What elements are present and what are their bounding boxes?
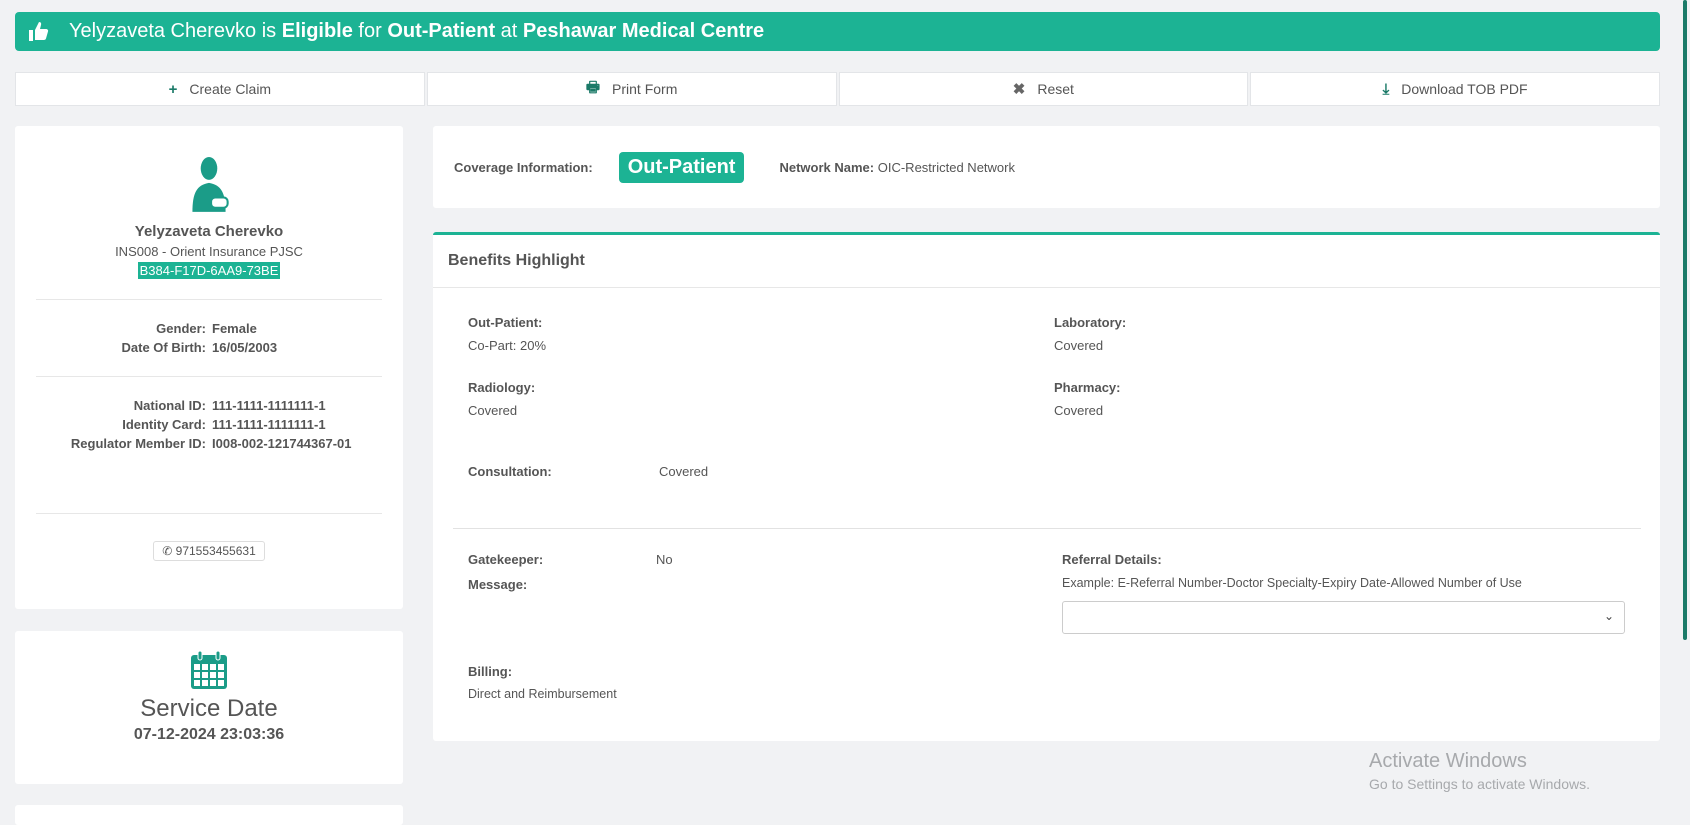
scrollbar[interactable] <box>1683 0 1690 812</box>
button-label: Download TOB PDF <box>1401 81 1528 97</box>
download-tob-pdf-button[interactable]: ⤓ Download TOB PDF <box>1250 72 1660 106</box>
button-label: Print Form <box>612 81 678 97</box>
patient-icon <box>192 157 229 212</box>
regulator-id-value: I008-002-121744367-01 <box>212 436 352 451</box>
phone-badge: ✆ 971553455631 <box>153 541 265 561</box>
coverage-type-badge: Out-Patient <box>618 151 745 183</box>
close-icon: ✖ <box>1012 81 1026 98</box>
gatekeeper-label: Gatekeeper: <box>468 552 544 567</box>
outpatient-value: Co-Part: 20% <box>468 338 547 353</box>
divider <box>36 513 382 514</box>
laboratory-value: Covered <box>1054 338 1104 353</box>
calendar-icon <box>191 650 227 689</box>
identity-card-label: Identity Card: <box>122 417 206 432</box>
divider <box>36 299 382 300</box>
banner-coverage: Out-Patient <box>387 20 496 42</box>
eligibility-status: Eligible <box>281 20 353 42</box>
message-label: Message: <box>468 577 528 592</box>
eligibility-banner: Yelyzaveta Cherevko is Eligible for Out-… <box>15 12 1660 51</box>
chevron-down-icon: ⌄ <box>1603 609 1614 623</box>
banner-text: for <box>358 20 382 42</box>
gender-value: Female <box>212 321 257 336</box>
insurer: INS008 - Orient Insurance PJSC <box>115 244 303 259</box>
identity-card-value: 111-1111-1111111-1 <box>212 417 326 432</box>
benefits-card: Benefits Highlight Out-Patient: Co-Part: … <box>433 232 1660 741</box>
billing-value: Direct and Reimbursement <box>468 687 617 701</box>
regulator-id-label: Regulator Member ID: <box>70 436 206 451</box>
radiology-label: Radiology: <box>468 380 536 395</box>
windows-watermark: Activate Windows Go to Settings to activa… <box>1369 750 1590 792</box>
coverage-card: Coverage Information: Out-Patient Networ… <box>433 126 1660 208</box>
service-date-value: 07-12-2024 23:03:36 <box>133 726 285 743</box>
phone-number: 971553455631 <box>175 544 256 558</box>
service-date-card: Service Date 07-12-2024 23:03:36 <box>15 631 403 784</box>
national-id-value: 111-1111-1111111-1 <box>212 398 326 413</box>
consultation-label: Consultation: <box>468 464 552 479</box>
consultation-value: Covered <box>659 464 709 479</box>
network-label: Network Name: <box>779 159 875 175</box>
gatekeeper-value: No <box>656 552 673 567</box>
button-label: Create Claim <box>189 81 272 97</box>
network-value: OIC-Restricted Network <box>877 159 1015 175</box>
banner-provider: Peshawar Medical Centre <box>522 20 765 42</box>
pharmacy-value: Covered <box>1054 403 1104 418</box>
watermark-title: Activate Windows <box>1369 750 1527 772</box>
referral-label: Referral Details: <box>1062 552 1162 567</box>
phone-icon: ✆ <box>162 544 173 558</box>
gender-label: Gender: <box>156 321 206 336</box>
print-form-button[interactable]: 🖶 Print Form <box>426 72 837 106</box>
action-toolbar: + Create Claim 🖶 Print Form ✖ Reset ⤓ Downlo… <box>15 72 1660 106</box>
benefits-title: Benefits Highlight <box>433 235 1660 288</box>
dob-value: 16/05/2003 <box>212 340 278 355</box>
billing-label: Billing: <box>468 664 513 679</box>
banner-text: is <box>261 20 277 42</box>
create-claim-button[interactable]: + Create Claim <box>15 72 425 106</box>
pharmacy-label: Pharmacy: <box>1054 380 1121 395</box>
referral-example: Example: E-Referral Number-Doctor Specia… <box>1062 576 1522 590</box>
outpatient-label: Out-Patient: <box>468 315 543 330</box>
member-uid[interactable]: B384-F17D-6AA9-73BE <box>137 262 281 279</box>
radiology-value: Covered <box>468 403 518 418</box>
dob-label: Date Of Birth: <box>121 340 207 355</box>
next-card <box>15 805 403 825</box>
reset-button[interactable]: ✖ Reset <box>838 72 1249 106</box>
banner-text: at <box>500 20 518 42</box>
print-icon: 🖶 <box>585 78 601 96</box>
banner-member-name: Yelyzaveta Cherevko <box>69 20 257 42</box>
scrollbar-thumb[interactable] <box>1683 0 1687 640</box>
referral-select[interactable]: ⌄ <box>1062 601 1625 634</box>
divider <box>453 528 1641 529</box>
service-date-title: Service Date <box>140 695 278 722</box>
national-id-label: National ID: <box>133 398 206 413</box>
laboratory-label: Laboratory: <box>1054 315 1127 330</box>
watermark-subtitle: Go to Settings to activate Windows. <box>1369 776 1590 792</box>
member-card: Yelyzaveta Cherevko INS008 - Orient Insu… <box>15 126 403 609</box>
thumbs-up-icon <box>29 21 49 41</box>
download-icon: ⤓ <box>1382 80 1390 98</box>
button-label: Reset <box>1037 81 1074 97</box>
plus-icon: + <box>168 80 178 98</box>
member-name: Yelyzaveta Cherevko <box>134 223 284 240</box>
divider <box>36 376 382 377</box>
coverage-label: Coverage Information: <box>454 159 593 175</box>
